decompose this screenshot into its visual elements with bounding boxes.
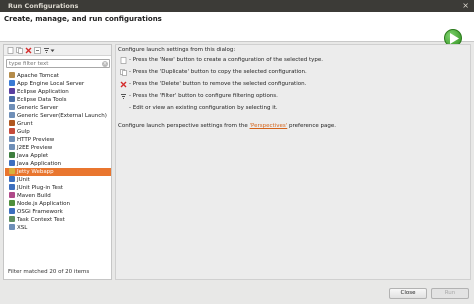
tree-item-app-engine[interactable]: App Engine Local Server xyxy=(5,80,111,88)
tree-item-j2ee-preview[interactable]: J2EE Preview xyxy=(5,144,111,152)
filter-input[interactable] xyxy=(7,60,99,68)
delete-icon[interactable] xyxy=(25,47,32,54)
tree-item-generic-server[interactable]: Generic Server xyxy=(5,104,111,112)
tree-item-gulp[interactable]: Gulp xyxy=(5,128,111,136)
tree-item-xsl[interactable]: XSL xyxy=(5,224,111,232)
filter-icon[interactable] xyxy=(43,47,50,54)
tree-item-label: Gulp xyxy=(17,129,30,135)
perspectives-suffix: preference page. xyxy=(287,123,337,129)
tree-item-junit[interactable]: JUnit xyxy=(5,176,111,184)
java-application-icon xyxy=(9,160,15,166)
configuration-tree: Apache Tomcat App Engine Local Server Ec… xyxy=(5,72,111,232)
tomcat-icon xyxy=(9,72,15,78)
tree-item-label: Maven Build xyxy=(17,193,51,199)
help-new-text: - Press the 'New' button to create a con… xyxy=(129,57,324,63)
duplicate-icon[interactable] xyxy=(16,47,23,54)
server-icon xyxy=(9,104,15,110)
tree-item-task-context-test[interactable]: Task Context Test xyxy=(5,216,111,224)
button-bar: Close Run xyxy=(0,284,474,304)
task-context-icon xyxy=(9,216,15,222)
new-config-icon[interactable] xyxy=(7,47,14,54)
window-title: Run Configurations xyxy=(8,2,79,10)
tree-item-label: JUnit xyxy=(17,177,30,183)
close-button[interactable]: Close xyxy=(389,288,427,299)
tree-item-generic-server-external[interactable]: Generic Server(External Launch) xyxy=(5,112,111,120)
help-edit-text: - Edit or view an existing configuration… xyxy=(129,105,278,111)
preview-icon xyxy=(9,144,15,150)
tree-item-label: XSL xyxy=(17,225,28,231)
tree-item-label: Node.js Application xyxy=(17,201,70,207)
tree-item-label: OSGi Framework xyxy=(17,209,63,215)
configuration-tree-panel: × Apache Tomcat App Engine Local Server … xyxy=(3,44,112,280)
app-engine-icon xyxy=(9,80,15,86)
tree-item-eclipse-data-tools[interactable]: Eclipse Data Tools xyxy=(5,96,111,104)
data-tools-icon xyxy=(9,96,15,102)
junit-plugin-icon xyxy=(9,184,15,190)
help-filter-text: - Press the 'Filter' button to configure… xyxy=(129,93,278,99)
tree-item-osgi-framework[interactable]: OSGi Framework xyxy=(5,208,111,216)
tree-item-label: Eclipse Data Tools xyxy=(17,97,67,103)
tree-item-label: JUnit Plug-in Test xyxy=(17,185,63,191)
tree-item-label: Grunt xyxy=(17,121,33,127)
tree-item-label: J2EE Preview xyxy=(17,145,53,151)
gulp-icon xyxy=(9,128,15,134)
help-duplicate-text: - Press the 'Duplicate' button to copy t… xyxy=(129,69,307,75)
tree-item-junit-plugin-test[interactable]: JUnit Plug-in Test xyxy=(5,184,111,192)
new-config-icon xyxy=(120,57,127,64)
filter-match-count: Filter matched 20 of 20 items xyxy=(8,269,90,275)
intro-text: Configure launch settings from this dial… xyxy=(118,47,236,53)
run-button[interactable]: Run xyxy=(431,288,469,299)
tree-item-label: Apache Tomcat xyxy=(17,73,59,79)
tree-item-nodejs-application[interactable]: Node.js Application xyxy=(5,200,111,208)
perspectives-prefix: Configure launch perspective settings fr… xyxy=(118,123,250,129)
delete-icon xyxy=(120,81,127,88)
configuration-details-panel: Configure launch settings from this dial… xyxy=(115,44,471,280)
maven-icon xyxy=(9,192,15,198)
tree-item-label: Jetty Webapp xyxy=(17,169,54,175)
tree-item-java-application[interactable]: Java Application xyxy=(5,160,111,168)
tree-item-label: Java Applet xyxy=(17,153,49,159)
close-window-icon[interactable]: × xyxy=(462,0,469,12)
help-delete-text: - Press the 'Delete' button to remove th… xyxy=(129,81,307,87)
tree-item-http-preview[interactable]: HTTP Preview xyxy=(5,136,111,144)
tree-item-maven-build[interactable]: Maven Build xyxy=(5,192,111,200)
junit-icon xyxy=(9,176,15,182)
dialog-header: Create, manage, and run configurations xyxy=(0,12,474,47)
tree-toolbar xyxy=(4,45,111,56)
server-icon xyxy=(9,112,15,118)
tree-item-grunt[interactable]: Grunt xyxy=(5,120,111,128)
java-applet-icon xyxy=(9,152,15,158)
tree-item-eclipse-application[interactable]: Eclipse Application xyxy=(5,88,111,96)
dialog-heading: Create, manage, and run configurations xyxy=(4,15,162,23)
eclipse-icon xyxy=(9,88,15,94)
xsl-icon xyxy=(9,224,15,230)
tree-item-label: Generic Server(External Launch) xyxy=(17,113,107,119)
tree-item-apache-tomcat[interactable]: Apache Tomcat xyxy=(5,72,111,80)
clear-filter-icon[interactable]: × xyxy=(102,61,108,67)
grunt-icon xyxy=(9,120,15,126)
tree-item-label: App Engine Local Server xyxy=(17,81,85,87)
preview-icon xyxy=(9,136,15,142)
osgi-icon xyxy=(9,208,15,214)
nodejs-icon xyxy=(9,200,15,206)
duplicate-icon xyxy=(120,69,127,76)
tree-item-label: Eclipse Application xyxy=(17,89,69,95)
window-titlebar: Run Configurations × xyxy=(0,0,474,12)
collapse-all-icon[interactable] xyxy=(34,47,41,54)
jetty-icon xyxy=(9,168,15,174)
filter-field[interactable]: × xyxy=(6,59,110,68)
tree-item-label: Java Application xyxy=(17,161,62,167)
tree-item-java-applet[interactable]: Java Applet xyxy=(5,152,111,160)
tree-item-label: Task Context Test xyxy=(17,217,65,223)
tree-item-jetty-webapp[interactable]: Jetty Webapp xyxy=(5,168,111,176)
perspectives-link[interactable]: 'Perspectives' xyxy=(250,123,288,129)
chevron-down-icon[interactable] xyxy=(50,47,55,54)
tree-item-label: Generic Server xyxy=(17,105,59,111)
filter-icon xyxy=(121,94,126,99)
perspectives-text: Configure launch perspective settings fr… xyxy=(118,123,336,129)
tree-item-label: HTTP Preview xyxy=(17,137,55,143)
